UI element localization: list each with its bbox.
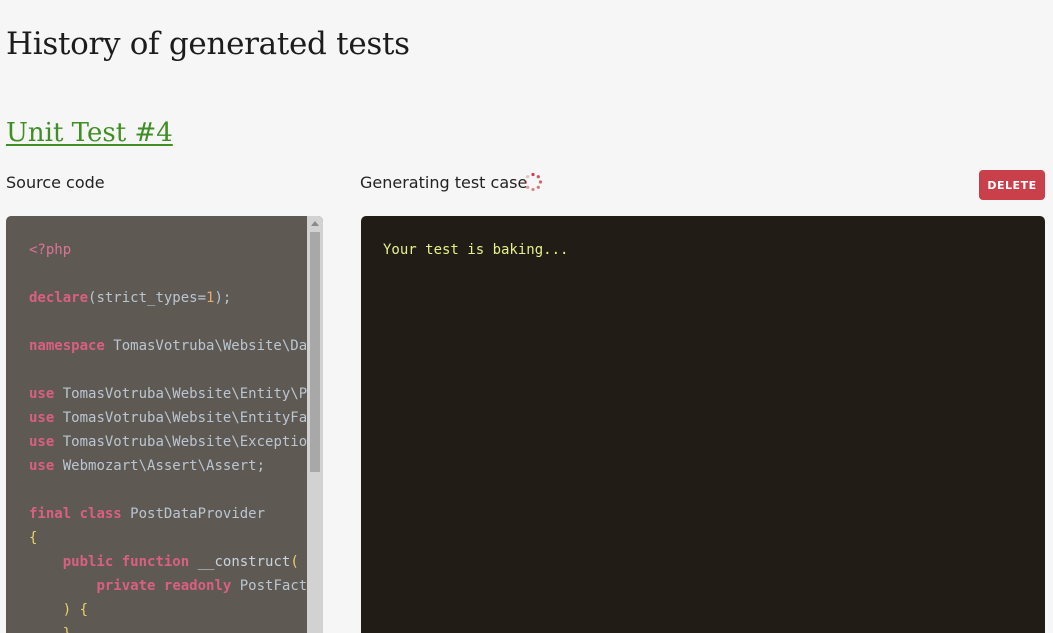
code-token: ) {: [62, 602, 89, 618]
code-line: <?php: [29, 238, 307, 262]
source-code-label: Source code: [6, 173, 105, 192]
code-token: TomasVotruba\Website\Entity\Post;: [62, 386, 307, 402]
code-token: final: [29, 506, 72, 522]
code-token: readonly: [163, 578, 232, 594]
delete-button[interactable]: DELETE: [979, 170, 1045, 200]
code-token: (strict_types=: [88, 290, 207, 306]
code-token: use: [29, 458, 55, 474]
code-line: declare(strict_types=1);: [29, 286, 307, 310]
code-line: public function __construct(: [29, 550, 307, 574]
code-token: (: [290, 554, 299, 570]
code-token: private: [96, 578, 156, 594]
code-line: use Webmozart\Assert\Assert;: [29, 454, 307, 478]
code-line: private readonly PostFactory $postFactor…: [29, 574, 307, 598]
test-output-panel: Your test is baking...: [361, 216, 1045, 633]
code-token: namespace: [29, 338, 105, 354]
code-token: );: [214, 290, 232, 306]
code-line: use TomasVotruba\Website\Exception\Shoul…: [29, 430, 307, 454]
code-token: __construct: [189, 554, 291, 570]
loading-spinner-icon: [523, 172, 543, 192]
source-code-scrollbar[interactable]: [307, 216, 323, 633]
code-token: function: [121, 554, 190, 570]
code-token: }: [63, 626, 71, 633]
code-token: PostDataProvider: [121, 506, 266, 522]
scrollbar-thumb[interactable]: [310, 232, 320, 472]
code-token: <?php: [29, 242, 72, 258]
code-token: PostFactory $postFactory: [239, 578, 307, 594]
code-token: TomasVotruba\Website\EntityFactory\PostF…: [62, 410, 307, 426]
generating-status-label: Generating test case: [360, 173, 528, 192]
code-token: Webmozart\Assert\Assert;: [54, 458, 266, 474]
test-output-text: Your test is baking...: [383, 242, 569, 258]
code-token: use: [29, 410, 55, 426]
code-token: TomasVotruba\Website\DataProvider;: [113, 338, 307, 354]
code-token: use: [29, 386, 55, 402]
code-line: use TomasVotruba\Website\EntityFactory\P…: [29, 406, 307, 430]
code-token: public: [62, 554, 114, 570]
code-token: use: [29, 434, 55, 450]
code-token: class: [79, 506, 122, 522]
code-line: final class PostDataProvider: [29, 502, 307, 526]
code-line: ) {: [29, 598, 307, 622]
code-line: {: [29, 526, 307, 550]
unit-test-link[interactable]: Unit Test #4: [6, 118, 173, 148]
scroll-up-arrow-icon[interactable]: [311, 221, 319, 226]
source-code-panel[interactable]: <?php declare(strict_types=1); namespace…: [6, 216, 323, 633]
code-line: namespace TomasVotruba\Website\DataProvi…: [29, 334, 307, 358]
source-code-content: <?php declare(strict_types=1); namespace…: [29, 238, 307, 633]
code-line: use TomasVotruba\Website\Entity\Post;: [29, 382, 307, 406]
code-token: {: [29, 530, 38, 546]
page-title: History of generated tests: [6, 26, 410, 62]
code-line: }: [29, 622, 307, 633]
code-token: declare: [29, 290, 89, 306]
code-token: TomasVotruba\Website\Exception\ShouldNot…: [62, 434, 307, 450]
